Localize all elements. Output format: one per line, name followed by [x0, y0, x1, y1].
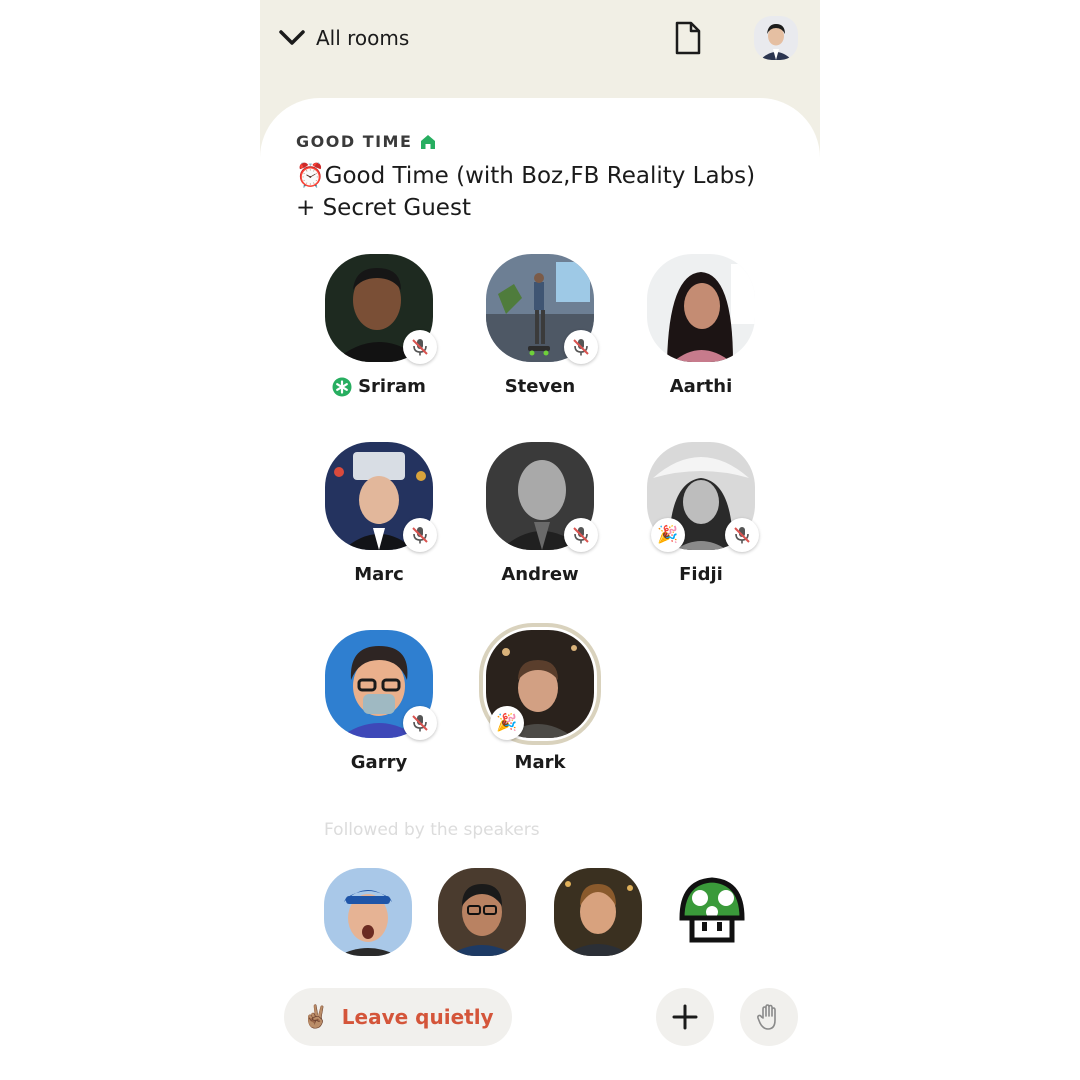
leave-quietly-button[interactable]: ✌🏽 Leave quietly — [284, 988, 512, 1046]
speaker-tile[interactable]: Marc — [304, 442, 454, 602]
victory-hand-icon: ✌🏽 — [302, 1004, 330, 1030]
speaker-name: Garry — [350, 752, 408, 773]
speaker-tile[interactable]: Andrew — [465, 442, 615, 602]
document-icon[interactable] — [672, 20, 704, 56]
listener-avatar[interactable] — [438, 868, 526, 956]
speaker-name: Steven — [504, 376, 576, 397]
leave-quietly-label: Leave quietly — [341, 1005, 494, 1029]
room-sheet: GOOD TIME ⏰Good Time (with Boz,FB Realit… — [260, 98, 820, 1080]
speaker-name: Mark — [514, 752, 566, 773]
speaker-tile[interactable]: Garry — [304, 630, 454, 790]
speaker-tile[interactable]: Aarthi — [626, 254, 776, 414]
muted-mic-icon — [725, 518, 759, 552]
speaker-tile[interactable]: 🎉 Fidji — [626, 442, 776, 602]
followed-by-speakers-label: Followed by the speakers — [324, 820, 540, 840]
plus-icon — [672, 1004, 698, 1030]
club-name: GOOD TIME — [296, 132, 413, 151]
speaker-name: Aarthi — [669, 376, 733, 397]
speaker-tile[interactable]: 🎉 Mark — [465, 623, 615, 790]
raise-hand-button[interactable] — [740, 988, 798, 1046]
listener-avatar[interactable] — [668, 868, 756, 956]
muted-mic-icon — [564, 330, 598, 364]
club-header[interactable]: GOOD TIME — [296, 132, 436, 151]
raise-hand-icon — [757, 1004, 776, 1030]
speaker-name: Fidji — [679, 564, 723, 585]
listener-tile[interactable] — [324, 868, 412, 956]
muted-mic-icon — [403, 330, 437, 364]
speaker-avatar[interactable] — [647, 254, 755, 362]
listener-tile[interactable] — [554, 868, 642, 956]
profile-avatar[interactable] — [754, 16, 798, 60]
top-bar: All rooms — [260, 0, 820, 98]
moderator-icon — [332, 377, 352, 396]
speaker-name: Andrew — [501, 564, 579, 585]
house-icon — [421, 134, 436, 149]
party-popper-icon: 🎉 — [490, 706, 524, 740]
speaker-name: Marc — [354, 564, 404, 585]
room-title: ⏰Good Time (with Boz,FB Reality Labs) + … — [296, 163, 756, 221]
speaker-tile[interactable]: Sriram — [304, 254, 454, 414]
all-rooms-label: All rooms — [316, 26, 410, 50]
party-popper-icon: 🎉 — [651, 518, 685, 552]
phone-screen: All rooms GOOD TIME ⏰Good Time (with Boz… — [260, 0, 820, 1080]
listener-tile[interactable] — [438, 868, 526, 956]
muted-mic-icon — [403, 706, 437, 740]
listener-avatar[interactable] — [554, 868, 642, 956]
muted-mic-icon — [564, 518, 598, 552]
all-rooms-button[interactable]: All rooms — [278, 22, 409, 54]
listener-avatar[interactable] — [324, 868, 412, 956]
speaker-tile[interactable]: Steven — [465, 254, 615, 414]
muted-mic-icon — [403, 518, 437, 552]
chevron-down-icon — [279, 30, 305, 45]
listener-tile[interactable] — [668, 868, 756, 956]
add-button[interactable] — [656, 988, 714, 1046]
speaker-name: Sriram — [358, 376, 426, 397]
